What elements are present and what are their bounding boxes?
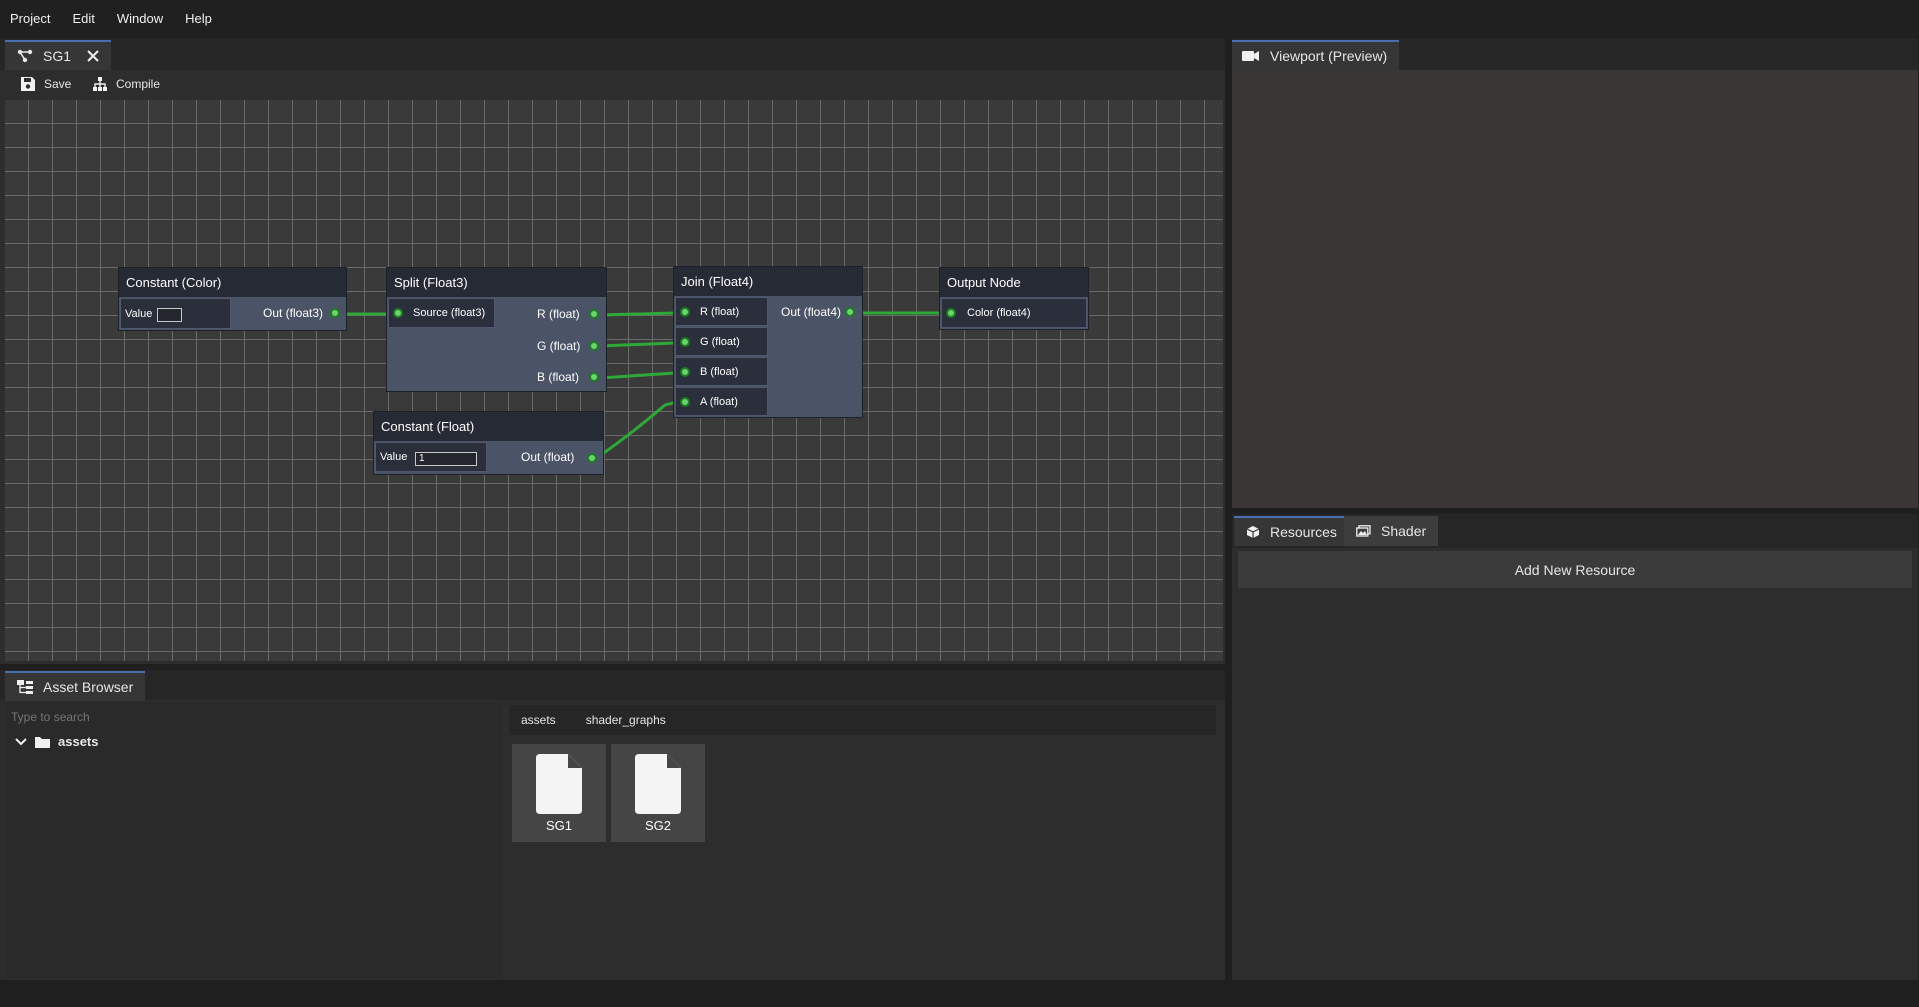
port-label: G (float) bbox=[700, 335, 740, 348]
node-join[interactable]: Join (Float4) R (float) G (float) B (flo… bbox=[673, 266, 863, 418]
node-title: Constant (Color) bbox=[119, 268, 346, 297]
port-label: G (float) bbox=[537, 339, 581, 353]
search-input[interactable] bbox=[11, 706, 491, 728]
wires bbox=[331, 311, 945, 459]
compile-label: Compile bbox=[116, 77, 161, 91]
output-port[interactable] bbox=[845, 307, 855, 317]
save-button[interactable]: Save bbox=[20, 76, 71, 92]
folder-icon bbox=[35, 736, 50, 748]
breadcrumb-shader-graphs[interactable]: shader_graphs bbox=[586, 713, 666, 727]
input-port[interactable] bbox=[946, 308, 956, 318]
compile-button[interactable]: Compile bbox=[92, 76, 160, 92]
close-icon[interactable] bbox=[87, 50, 99, 62]
graph-canvas[interactable]: Constant (Color) Value Out (float3) Spli… bbox=[5, 100, 1223, 661]
menu-bar: Project Edit Window Help bbox=[0, 0, 1919, 36]
wire-a bbox=[597, 400, 678, 459]
hierarchy-icon bbox=[92, 76, 108, 92]
port-label: R (float) bbox=[700, 305, 740, 318]
wire-r bbox=[599, 311, 676, 317]
asset-browser-title: Asset Browser bbox=[43, 679, 134, 695]
tree-item-assets[interactable]: assets bbox=[15, 734, 98, 749]
output-port[interactable] bbox=[589, 341, 599, 351]
cube-icon bbox=[1246, 525, 1260, 539]
save-label: Save bbox=[44, 77, 72, 91]
port-label: Out (float) bbox=[521, 450, 575, 464]
viewport-panel[interactable]: Viewport (Preview) bbox=[1232, 38, 1918, 508]
file-label: SG1 bbox=[545, 818, 572, 833]
port-label: R (float) bbox=[537, 307, 580, 321]
output-port[interactable] bbox=[589, 309, 599, 319]
tab-asset-browser[interactable]: Asset Browser bbox=[5, 671, 146, 701]
output-port[interactable] bbox=[587, 453, 597, 463]
tab-resources[interactable]: Resources bbox=[1234, 516, 1349, 546]
menu-project[interactable]: Project bbox=[10, 11, 50, 26]
wire-b bbox=[599, 371, 676, 380]
tree-icon bbox=[17, 680, 33, 694]
wire-g bbox=[599, 341, 676, 348]
save-icon bbox=[20, 76, 36, 92]
node-title: Output Node bbox=[940, 268, 1088, 297]
input-port[interactable] bbox=[680, 307, 690, 317]
input-port[interactable] bbox=[680, 367, 690, 377]
tab-shader[interactable]: Shader bbox=[1344, 516, 1439, 546]
resources-panel: Resources Shader Add New Resource bbox=[1232, 514, 1918, 980]
asset-tabstrip bbox=[0, 670, 1225, 700]
add-new-resource-button[interactable]: Add New Resource bbox=[1238, 551, 1912, 588]
output-port[interactable] bbox=[589, 372, 599, 382]
file-icon bbox=[536, 754, 582, 814]
menu-window[interactable]: Window bbox=[117, 11, 163, 26]
resources-tab-label: Resources bbox=[1270, 524, 1337, 540]
file-icon bbox=[635, 754, 681, 814]
camera-icon bbox=[1242, 50, 1260, 62]
port-label: Source (float3) bbox=[413, 307, 486, 319]
port-label: Color (float4) bbox=[967, 307, 1031, 319]
tab-sg1[interactable]: SG1 bbox=[5, 40, 112, 70]
tree-item-label: assets bbox=[58, 734, 99, 749]
port-label: B (float) bbox=[537, 370, 580, 384]
color-swatch[interactable] bbox=[157, 308, 182, 322]
file-label: SG2 bbox=[644, 818, 671, 833]
tab-viewport[interactable]: Viewport (Preview) bbox=[1232, 40, 1400, 70]
node-title: Split (Float3) bbox=[387, 268, 606, 297]
value-input[interactable]: 1 bbox=[415, 452, 477, 466]
port-label: B (float) bbox=[700, 365, 739, 378]
output-port[interactable] bbox=[330, 308, 340, 318]
port-label: Out (float4) bbox=[781, 305, 842, 319]
asset-browser-panel: Asset Browser assets assets shader_graph… bbox=[0, 670, 1225, 980]
value-label: Value bbox=[380, 451, 408, 463]
port-label: A (float) bbox=[700, 395, 738, 408]
menu-help[interactable]: Help bbox=[185, 11, 212, 26]
input-port[interactable] bbox=[393, 308, 403, 318]
port-label: Out (float3) bbox=[263, 306, 324, 320]
viewport-title: Viewport (Preview) bbox=[1270, 48, 1388, 64]
breadcrumb: assets shader_graphs bbox=[509, 705, 1216, 735]
source-row: Source (float3) bbox=[388, 298, 495, 328]
node-title: Join (Float4) bbox=[674, 267, 862, 296]
node-title: Constant (Float) bbox=[374, 412, 603, 441]
chevron-down-icon[interactable] bbox=[15, 737, 27, 746]
value-label: Value bbox=[125, 307, 153, 320]
images-icon bbox=[1356, 525, 1371, 537]
input-port[interactable] bbox=[680, 337, 690, 347]
graph-tabstrip bbox=[0, 38, 1225, 70]
asset-content-pane: assets shader_graphs SG1 SG2 bbox=[506, 702, 1219, 978]
menu-edit[interactable]: Edit bbox=[72, 11, 94, 26]
asset-file-sg1[interactable]: SG1 bbox=[512, 744, 606, 842]
node-constant-float[interactable]: Constant (Float) Value 1 Out (float) bbox=[373, 411, 604, 475]
node-output[interactable]: Output Node Color (float4) bbox=[939, 267, 1089, 330]
status-bar bbox=[0, 984, 1919, 1007]
input-port[interactable] bbox=[680, 397, 690, 407]
graph-icon bbox=[17, 49, 33, 63]
input-row: Color (float4) bbox=[941, 298, 1087, 328]
tab-sg1-label: SG1 bbox=[43, 48, 72, 64]
node-split[interactable]: Split (Float3) Source (float3) R (float)… bbox=[386, 267, 607, 392]
node-constant-color[interactable]: Constant (Color) Value Out (float3) bbox=[118, 267, 347, 331]
asset-tree-pane: assets bbox=[5, 702, 501, 978]
asset-file-sg2[interactable]: SG2 bbox=[611, 744, 705, 842]
shader-tab-label: Shader bbox=[1381, 523, 1427, 539]
breadcrumb-assets[interactable]: assets bbox=[521, 713, 556, 727]
